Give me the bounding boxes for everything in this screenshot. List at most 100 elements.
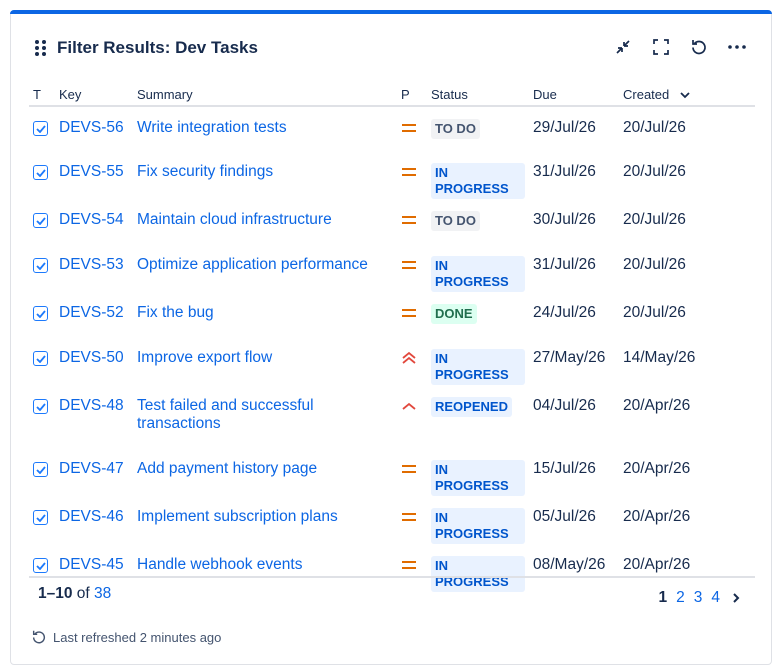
status-cell: IN PROGRESS bbox=[427, 448, 529, 496]
created-date: 20/Apr/26 bbox=[623, 508, 691, 525]
table-row[interactable]: DEVS-56 Write integration tests TO DO 29… bbox=[29, 106, 755, 151]
status-cell: TO DO bbox=[427, 106, 529, 151]
issue-key-link[interactable]: DEVS-53 bbox=[55, 244, 133, 292]
issue-key-link[interactable]: DEVS-48 bbox=[55, 385, 133, 448]
column-priority[interactable]: P bbox=[397, 83, 427, 107]
issue-key-link[interactable]: DEVS-56 bbox=[55, 106, 133, 151]
status-lozenge: IN PROGRESS bbox=[431, 556, 525, 592]
issue-summary-link[interactable]: Write integration tests bbox=[133, 106, 397, 151]
column-status[interactable]: Status bbox=[427, 83, 529, 107]
due-date: 08/May/26 bbox=[533, 556, 606, 573]
status-cell: IN PROGRESS bbox=[427, 151, 529, 199]
issue-key-link[interactable]: DEVS-55 bbox=[55, 151, 133, 199]
gadget-header: Filter Results: Dev Tasks bbox=[35, 37, 258, 59]
type-cell bbox=[29, 106, 55, 151]
due-date: 31/Jul/26 bbox=[533, 163, 596, 180]
task-checkbox-icon bbox=[33, 258, 48, 273]
gadget-title: Filter Results: Dev Tasks bbox=[57, 38, 258, 57]
minimize-icon[interactable] bbox=[611, 35, 635, 59]
issue-summary-link[interactable]: Test failed and successful transactions bbox=[133, 385, 397, 448]
priority-medium-icon bbox=[401, 306, 417, 324]
due-date: 04/Jul/26 bbox=[533, 397, 596, 414]
chevron-right-icon[interactable] bbox=[731, 592, 741, 604]
issue-key-link[interactable]: DEVS-50 bbox=[55, 337, 133, 385]
column-type[interactable]: T bbox=[29, 83, 55, 107]
priority-cell bbox=[397, 292, 427, 337]
table-row[interactable]: DEVS-46 Implement subscription plans IN … bbox=[29, 496, 755, 544]
issue-summary-link[interactable]: Fix the bug bbox=[133, 292, 397, 337]
task-checkbox-icon bbox=[33, 558, 48, 573]
priority-medium-icon bbox=[401, 213, 417, 231]
priority-cell bbox=[397, 337, 427, 385]
table-row[interactable]: DEVS-55 Fix security findings IN PROGRES… bbox=[29, 151, 755, 199]
column-due[interactable]: Due bbox=[529, 83, 619, 107]
table-row[interactable]: DEVS-52 Fix the bug DONE 24/Jul/26 20/Ju… bbox=[29, 292, 755, 337]
type-cell bbox=[29, 292, 55, 337]
column-summary[interactable]: Summary bbox=[133, 83, 397, 107]
type-cell bbox=[29, 151, 55, 199]
chevron-down-icon bbox=[680, 92, 690, 99]
status-lozenge: TO DO bbox=[431, 211, 480, 231]
fullscreen-icon[interactable] bbox=[649, 35, 673, 59]
issue-summary-link[interactable]: Maintain cloud infrastructure bbox=[133, 199, 397, 244]
priority-cell bbox=[397, 496, 427, 544]
issue-key-link[interactable]: DEVS-47 bbox=[55, 448, 133, 496]
status-cell: IN PROGRESS bbox=[427, 496, 529, 544]
table-row[interactable]: DEVS-48 Test failed and successful trans… bbox=[29, 385, 755, 448]
issue-summary-link[interactable]: Optimize application performance bbox=[133, 244, 397, 292]
priority-medium-icon bbox=[401, 165, 417, 183]
status-lozenge: IN PROGRESS bbox=[431, 163, 525, 199]
created-date: 20/Jul/26 bbox=[623, 119, 686, 136]
issue-summary-link[interactable]: Improve export flow bbox=[133, 337, 397, 385]
task-checkbox-icon bbox=[33, 510, 48, 525]
result-of: of bbox=[76, 585, 90, 602]
due-date: 27/May/26 bbox=[533, 349, 606, 366]
issue-key-link[interactable]: DEVS-52 bbox=[55, 292, 133, 337]
table-row[interactable]: DEVS-53 Optimize application performance… bbox=[29, 244, 755, 292]
created-date: 20/Jul/26 bbox=[623, 256, 686, 273]
issue-key-link[interactable]: DEVS-46 bbox=[55, 496, 133, 544]
more-icon[interactable] bbox=[725, 35, 749, 59]
table-row[interactable]: DEVS-47 Add payment history page IN PROG… bbox=[29, 448, 755, 496]
type-cell bbox=[29, 244, 55, 292]
due-date: 29/Jul/26 bbox=[533, 119, 596, 136]
created-date: 20/Apr/26 bbox=[623, 556, 691, 573]
priority-cell bbox=[397, 151, 427, 199]
priority-cell bbox=[397, 544, 427, 592]
drag-handle-icon[interactable] bbox=[35, 40, 47, 56]
status-cell: TO DO bbox=[427, 199, 529, 244]
page-4-link[interactable]: 4 bbox=[711, 589, 720, 607]
page-2-link[interactable]: 2 bbox=[676, 589, 685, 607]
issue-summary-link[interactable]: Handle webhook events bbox=[133, 544, 397, 592]
priority-cell bbox=[397, 385, 427, 448]
issue-summary-link[interactable]: Implement subscription plans bbox=[133, 496, 397, 544]
table-row[interactable]: DEVS-45 Handle webhook events IN PROGRES… bbox=[29, 544, 755, 592]
status-lozenge: IN PROGRESS bbox=[431, 349, 525, 385]
type-cell bbox=[29, 385, 55, 448]
status-cell: REOPENED bbox=[427, 385, 529, 448]
result-total-link[interactable]: 38 bbox=[94, 585, 111, 602]
result-count: 1–10 of 38 bbox=[38, 585, 111, 603]
priority-medium-icon bbox=[401, 510, 417, 528]
last-refreshed: Last refreshed 2 minutes ago bbox=[31, 629, 221, 645]
type-cell bbox=[29, 496, 55, 544]
issue-key-link[interactable]: DEVS-54 bbox=[55, 199, 133, 244]
issue-summary-link[interactable]: Add payment history page bbox=[133, 448, 397, 496]
page-3-link[interactable]: 3 bbox=[694, 589, 703, 607]
column-created[interactable]: Created bbox=[619, 83, 755, 107]
column-key[interactable]: Key bbox=[55, 83, 133, 107]
due-date: 31/Jul/26 bbox=[533, 256, 596, 273]
priority-medium-icon bbox=[401, 558, 417, 576]
created-date: 14/May/26 bbox=[623, 349, 696, 366]
status-lozenge: DONE bbox=[431, 304, 477, 324]
status-cell: IN PROGRESS bbox=[427, 544, 529, 592]
page-1-link[interactable]: 1 bbox=[659, 589, 668, 607]
table-row[interactable]: DEVS-54 Maintain cloud infrastructure TO… bbox=[29, 199, 755, 244]
status-lozenge: IN PROGRESS bbox=[431, 460, 525, 496]
type-cell bbox=[29, 448, 55, 496]
refresh-icon[interactable] bbox=[687, 35, 711, 59]
issue-summary-link[interactable]: Fix security findings bbox=[133, 151, 397, 199]
last-refreshed-text: Last refreshed 2 minutes ago bbox=[53, 629, 222, 645]
priority-medium-icon bbox=[401, 462, 417, 480]
table-row[interactable]: DEVS-50 Improve export flow IN PROGRESS … bbox=[29, 337, 755, 385]
